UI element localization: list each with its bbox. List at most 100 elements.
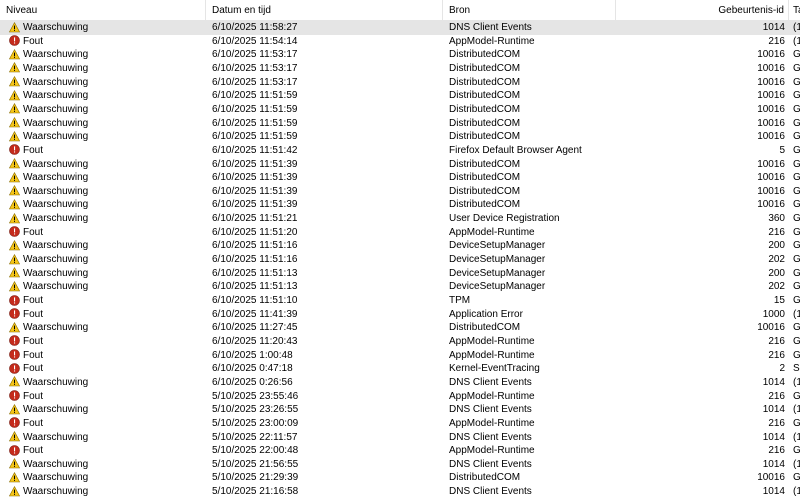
date-cell: 5/10/2025 23:26:55 [212,404,299,416]
source-cell: DistributedCOM [449,103,521,115]
table-row[interactable]: Fout 5/10/2025 23:55:46 AppModel-Runtime 21… [0,390,800,404]
table-row[interactable]: Waarschuwing 5/10/2025 23:26:55 DNS Client… [0,403,800,417]
table-row[interactable]: Waarschuwing 6/10/2025 11:51:21 User Devic… [0,212,800,226]
table-row[interactable]: Fout 6/10/2025 11:51:20 AppModel-Runtime 21… [0,226,800,240]
source-cell: AppModel-Runtime [449,35,535,47]
date-cell: 6/10/2025 11:51:13 [212,267,298,279]
event-id-cell: 216 [768,335,785,347]
table-row[interactable]: Waarschuwing 5/10/2025 22:11:57 DNS Client… [0,431,800,445]
source-cell: AppModel-Runtime [449,390,535,402]
level-label: Waarschuwing [23,185,89,197]
table-row[interactable]: Fout 6/10/2025 1:00:48 AppModel-Runtime 216… [0,349,800,363]
warning-icon [9,130,20,142]
warning-icon [9,239,20,251]
event-id-cell: 10016 [757,131,785,143]
level-cell: Waarschuwing [9,117,204,131]
table-row[interactable]: Waarschuwing 6/10/2025 11:58:27 DNS Client… [0,21,800,35]
warning-icon [9,253,20,265]
table-row[interactable]: Waarschuwing 6/10/2025 11:51:59 Distribute… [0,103,800,117]
level-cell: Waarschuwing [9,321,204,335]
table-row[interactable]: Fout 5/10/2025 22:00:48 AppModel-Runtime 21… [0,444,800,458]
column-header-task[interactable]: Ta [789,0,800,21]
level-label: Fout [23,226,44,238]
table-row[interactable]: Waarschuwing 6/10/2025 11:51:59 Distribute… [0,130,800,144]
column-header-event-id[interactable]: Gebeurtenis-id [616,0,789,21]
table-row[interactable]: Fout 6/10/2025 11:54:14 AppModel-Runtime 21… [0,35,800,49]
column-header-date[interactable]: Datum en tijd [206,0,443,21]
event-id-cell: 216 [768,349,785,361]
level-cell: Fout [9,349,204,363]
task-cell: G [793,144,800,156]
table-row[interactable]: Waarschuwing 6/10/2025 11:51:16 DeviceSetu… [0,253,800,267]
task-cell: G [793,445,800,457]
level-cell: Waarschuwing [9,212,204,226]
level-cell: Waarschuwing [9,62,204,76]
date-cell: 6/10/2025 11:51:39 [212,172,298,184]
level-cell: Waarschuwing [9,239,204,253]
event-id-cell: 200 [768,240,785,252]
level-cell: Waarschuwing [9,253,204,267]
error-icon [9,35,20,46]
task-cell: G [793,295,800,306]
column-header-level[interactable]: Niveau [0,0,206,21]
task-cell: G [793,90,800,102]
table-row[interactable]: Waarschuwing 6/10/2025 11:53:17 Distribute… [0,62,800,76]
table-row[interactable]: Waarschuwing 6/10/2025 11:51:59 Distribute… [0,117,800,131]
table-row[interactable]: Fout 6/10/2025 11:51:42 Firefox Default Br… [0,144,800,158]
event-id-cell: 1014 [762,376,785,388]
date-cell: 6/10/2025 11:51:59 [212,90,298,102]
source-cell: DeviceSetupManager [449,254,546,266]
table-row[interactable]: Waarschuwing 6/10/2025 11:51:59 Distribute… [0,89,800,103]
source-cell: DistributedCOM [449,117,521,129]
source-cell: AppModel-Runtime [449,349,535,361]
level-label: Fout [23,308,44,320]
level-label: Fout [23,390,44,402]
warning-icon [9,280,20,292]
task-cell: G [793,322,800,334]
task-cell: G [793,472,800,484]
level-cell: Waarschuwing [9,76,204,90]
level-cell: Waarschuwing [9,376,204,390]
table-row[interactable]: Waarschuwing 6/10/2025 11:51:39 Distribute… [0,171,800,185]
level-cell: Fout [9,390,204,404]
table-row[interactable]: Waarschuwing 5/10/2025 21:56:55 DNS Client… [0,458,800,472]
event-id-cell: 10016 [757,185,785,197]
level-label: Fout [23,417,44,429]
error-icon [9,226,20,238]
date-cell: 5/10/2025 22:11:57 [212,431,298,443]
event-id-cell: 202 [768,254,785,266]
task-cell: (1 [793,35,800,47]
table-row[interactable]: Fout 6/10/2025 11:20:43 AppModel-Runtime 21… [0,335,800,349]
table-row[interactable]: Fout 6/10/2025 0:47:18 Kernel-EventTracing… [0,362,800,376]
table-row[interactable]: Waarschuwing 6/10/2025 11:51:39 Distribute… [0,198,800,212]
table-row[interactable]: Waarschuwing 6/10/2025 11:51:39 Distribute… [0,158,800,172]
level-label: Waarschuwing [23,431,89,443]
source-cell: DeviceSetupManager [449,240,546,252]
event-id-cell: 216 [768,390,785,402]
date-cell: 6/10/2025 0:26:56 [212,376,293,388]
date-cell: 6/10/2025 11:41:39 [212,308,298,320]
table-row[interactable]: Waarschuwing 6/10/2025 0:26:56 DNS Client … [0,376,800,390]
table-row[interactable]: Waarschuwing 6/10/2025 11:27:45 Distribute… [0,321,800,335]
table-row[interactable]: Waarschuwing 6/10/2025 11:53:17 Distribute… [0,48,800,62]
event-id-cell: 5 [779,144,785,156]
warning-icon [9,198,20,210]
table-row[interactable]: Fout 5/10/2025 23:00:09 AppModel-Runtime 21… [0,417,800,431]
table-row[interactable]: Waarschuwing 6/10/2025 11:51:13 DeviceSetu… [0,267,800,281]
table-row[interactable]: Fout 6/10/2025 11:51:10 TPM 15 G [0,294,800,308]
table-row[interactable]: Fout 6/10/2025 11:41:39 Application Error 1… [0,308,800,322]
source-cell: TPM [449,295,471,306]
table-row[interactable]: Waarschuwing 5/10/2025 21:16:58 DNS Client… [0,485,800,499]
table-row[interactable]: Waarschuwing 5/10/2025 21:29:39 Distribute… [0,471,800,485]
column-header-source[interactable]: Bron [443,0,616,21]
level-label: Waarschuwing [23,458,89,470]
table-row[interactable]: Waarschuwing 6/10/2025 11:53:17 Distribute… [0,76,800,90]
source-cell: DistributedCOM [449,76,521,88]
source-cell: DistributedCOM [449,158,521,170]
event-id-cell: 216 [768,35,785,47]
date-cell: 6/10/2025 11:27:45 [212,322,298,334]
table-row[interactable]: Waarschuwing 6/10/2025 11:51:16 DeviceSetu… [0,239,800,253]
date-cell: 6/10/2025 11:51:16 [212,254,298,266]
table-row[interactable]: Waarschuwing 6/10/2025 11:51:13 DeviceSetu… [0,280,800,294]
table-row[interactable]: Waarschuwing 6/10/2025 11:51:39 Distribute… [0,185,800,199]
